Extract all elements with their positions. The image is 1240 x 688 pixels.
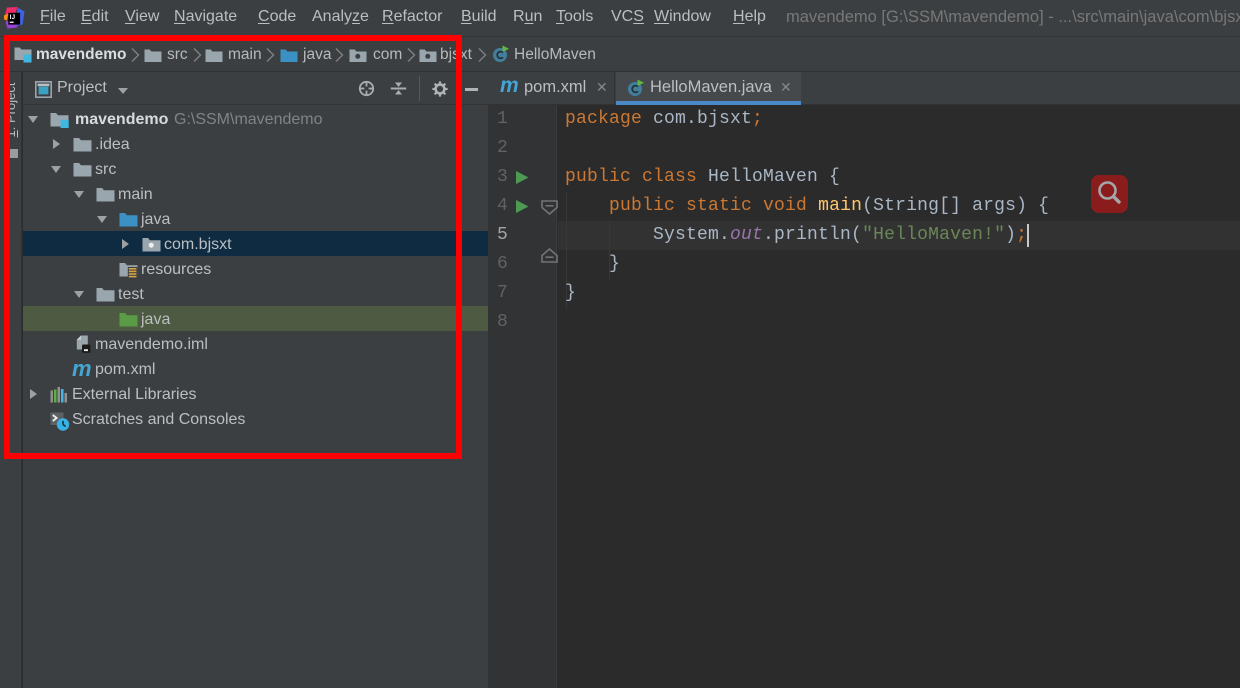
svg-text:IJ: IJ bbox=[10, 14, 16, 21]
